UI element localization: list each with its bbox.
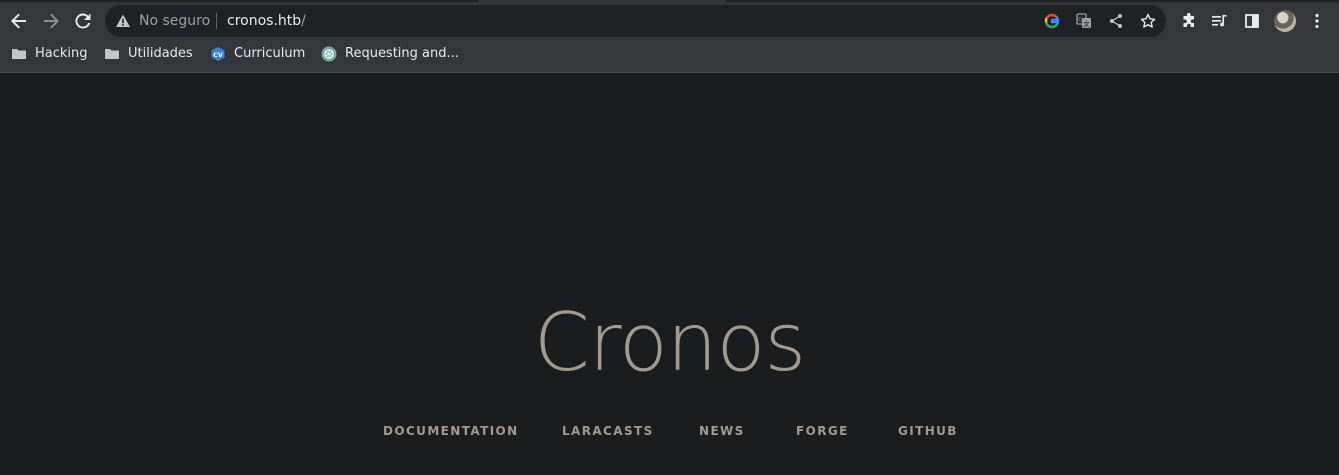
- more-menu-icon[interactable]: [1306, 10, 1328, 32]
- forward-button[interactable]: [36, 6, 66, 36]
- page-content: Cronos DOCUMENTATION LARACASTS NEWS FORG…: [0, 73, 1339, 475]
- bookmark-star-icon[interactable]: [1139, 12, 1157, 30]
- tab-strip-edge: [726, 0, 1339, 2]
- link-laracasts[interactable]: LARACASTS: [562, 422, 654, 440]
- bookmark-item[interactable]: Utilidades: [104, 43, 193, 65]
- translate-icon[interactable]: 文 G: [1075, 12, 1093, 30]
- folder-icon: [12, 49, 26, 59]
- bookmark-label: Hacking: [35, 46, 88, 61]
- reload-button[interactable]: [68, 6, 98, 36]
- address-bar[interactable]: No seguro cronos.htb/ 文 G: [105, 5, 1166, 37]
- link-news[interactable]: NEWS: [699, 422, 745, 440]
- bookmark-item[interactable]: Hacking: [11, 43, 88, 65]
- openai-icon: [321, 46, 337, 62]
- svg-text:G: G: [1078, 17, 1083, 24]
- omnibox-divider: [216, 13, 217, 29]
- svg-text:文: 文: [1083, 20, 1090, 29]
- browser-toolbar: No seguro cronos.htb/ 文 G: [0, 4, 1339, 38]
- back-button[interactable]: [4, 6, 34, 36]
- cv-icon: CV: [211, 47, 225, 61]
- reload-icon: [75, 13, 91, 29]
- bookmark-item[interactable]: Requesting and...: [321, 43, 459, 65]
- warning-icon[interactable]: [115, 13, 131, 29]
- url-path: /: [301, 13, 306, 29]
- link-forge[interactable]: FORGE: [796, 422, 849, 440]
- link-github[interactable]: GITHUB: [898, 422, 958, 440]
- url-host: cronos.htb: [227, 13, 302, 29]
- bookmark-item[interactable]: CV Curriculum: [210, 43, 305, 65]
- tab-strip-edge: [0, 0, 478, 2]
- reading-list-icon[interactable]: [1209, 10, 1231, 32]
- share-icon[interactable]: [1107, 12, 1125, 30]
- security-status-label[interactable]: No seguro: [139, 12, 210, 30]
- nav-links: DOCUMENTATION LARACASTS NEWS FORGE GITHU…: [0, 422, 1339, 442]
- arrow-right-icon: [44, 13, 59, 29]
- link-documentation[interactable]: DOCUMENTATION: [383, 422, 519, 440]
- bookmark-label: Utilidades: [128, 46, 193, 61]
- google-lens-icon[interactable]: [1043, 12, 1061, 30]
- bookmark-label: Requesting and...: [345, 46, 459, 61]
- extensions-icon[interactable]: [1178, 10, 1200, 32]
- svg-text:CV: CV: [213, 51, 223, 59]
- bookmarks-bar: Hacking Utilidades CV Curriculum Request…: [0, 41, 1339, 67]
- browser-chrome: No seguro cronos.htb/ 文 G Hacking Utilid…: [0, 0, 1339, 73]
- page-title: Cronos: [533, 296, 806, 389]
- side-panel-icon[interactable]: [1241, 10, 1263, 32]
- profile-avatar[interactable]: [1274, 10, 1296, 32]
- folder-icon: [105, 49, 119, 59]
- arrow-left-icon: [11, 13, 26, 29]
- url-text[interactable]: cronos.htb/: [227, 12, 306, 30]
- bookmark-label: Curriculum: [234, 46, 306, 61]
